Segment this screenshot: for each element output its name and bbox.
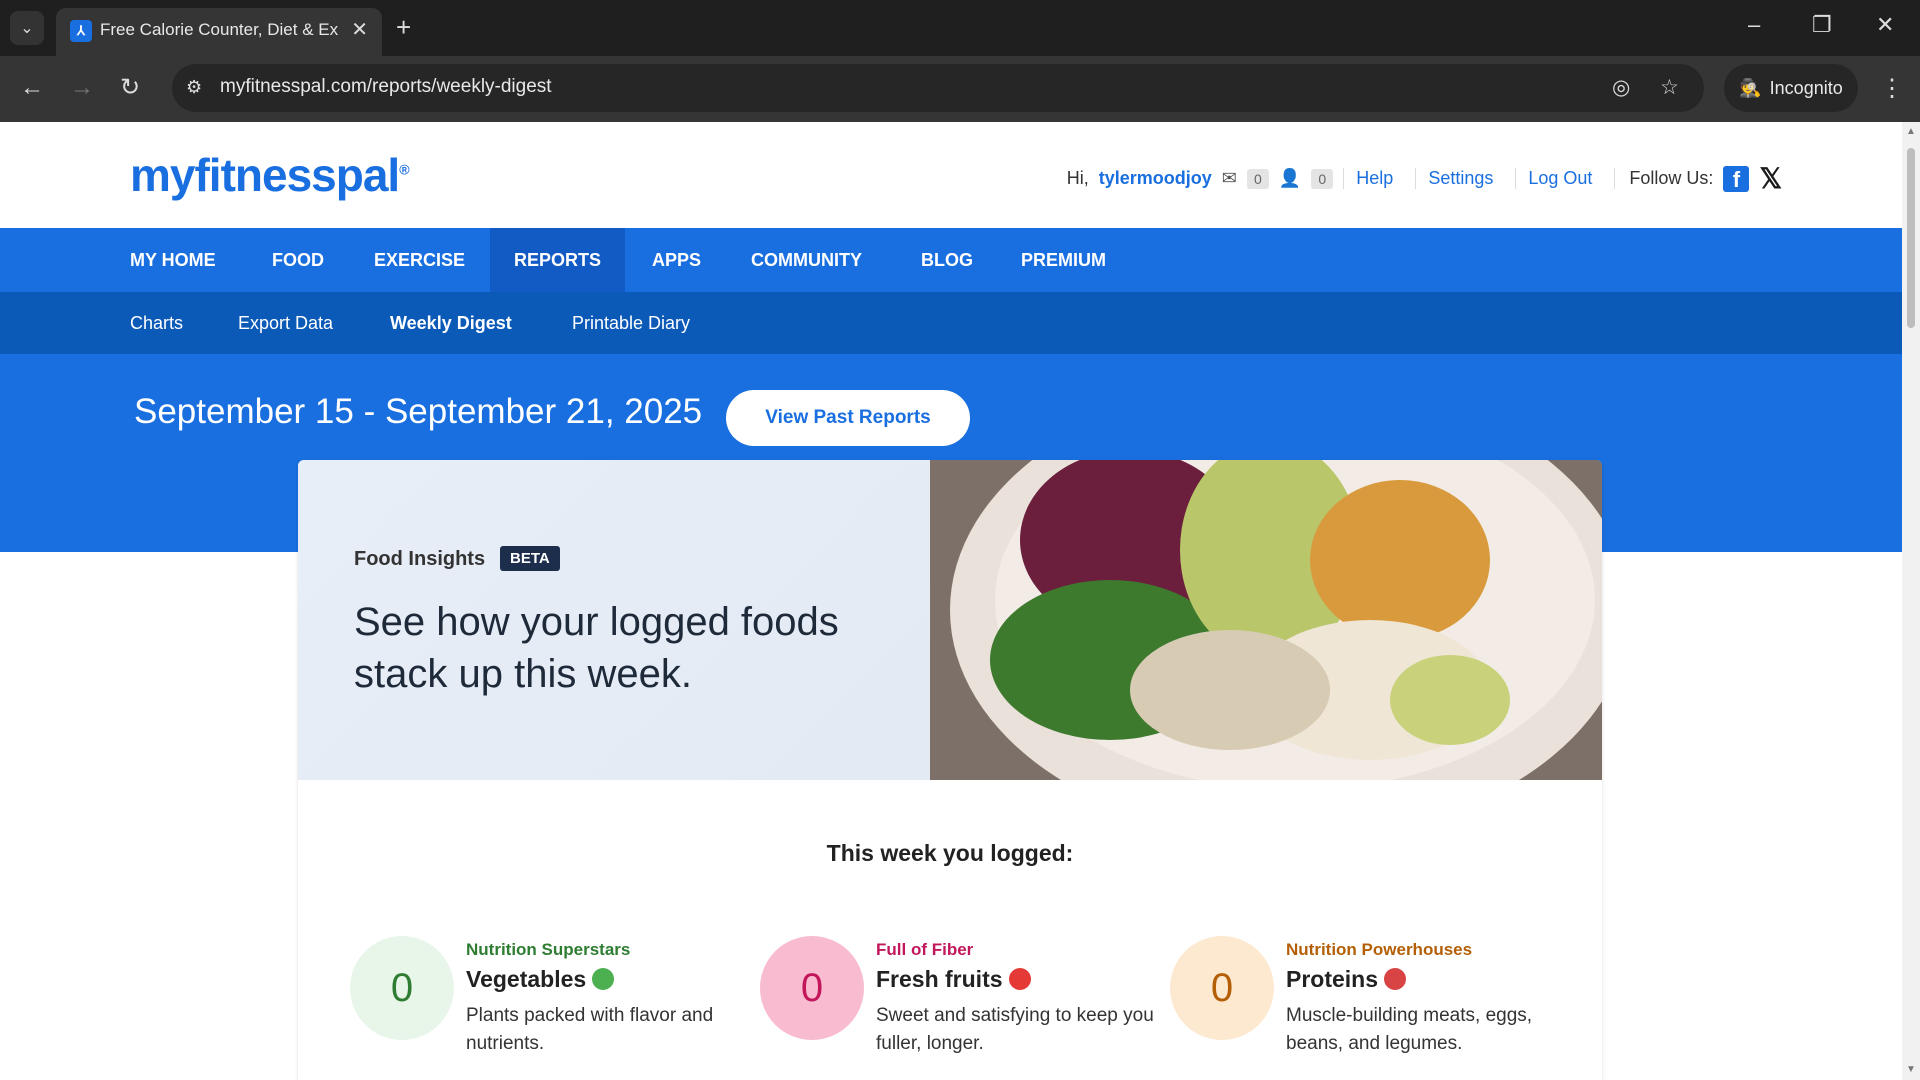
nav-community[interactable]: COMMUNITY <box>727 228 886 292</box>
browser-tab-bar: ⌄ ⅄ Free Calorie Counter, Diet & Ex ✕ + … <box>0 0 1920 56</box>
window-close-icon[interactable]: ✕ <box>1876 12 1894 38</box>
x-twitter-icon[interactable]: 𝕏 <box>1759 162 1782 195</box>
date-range: September 15 - September 21, 2025 <box>134 392 703 431</box>
browser-tab[interactable]: ⅄ Free Calorie Counter, Diet & Ex ✕ <box>56 8 382 56</box>
main-nav: MY HOME FOOD EXERCISE REPORTS APPS COMMU… <box>0 228 1902 292</box>
subnav-export-data[interactable]: Export Data <box>238 292 333 354</box>
proteins-eyebrow: Nutrition Powerhouses <box>1286 940 1473 959</box>
restore-icon[interactable]: ❐ <box>1812 12 1832 38</box>
eye-off-icon[interactable]: ◎ <box>1612 75 1630 100</box>
user-bar: Hi, tylermoodjoy ✉ 0 👤 0 Help Settings L… <box>1067 162 1782 195</box>
bookmark-star-icon[interactable]: ☆ <box>1660 75 1679 100</box>
food-bowl-image <box>930 460 1602 780</box>
mail-icon[interactable]: ✉ <box>1222 168 1237 189</box>
myfitnesspal-logo[interactable]: myfitnesspal® <box>130 148 410 202</box>
proteins-desc: Muscle-building meats, eggs, beans, and … <box>1286 1005 1533 1054</box>
insights-header: Food Insights BETA See how your logged f… <box>298 460 1602 780</box>
vegetables-title: Vegetables <box>466 966 587 992</box>
food-insights-card: Food Insights BETA See how your logged f… <box>298 460 1602 1080</box>
proteins-title-row: Proteins <box>1286 966 1407 993</box>
tab-title: Free Calorie Counter, Diet & Ex <box>100 20 339 39</box>
follow-us-label: Follow Us: <box>1614 168 1713 189</box>
browser-toolbar: ← → ↻ ⚙ myfitnesspal.com/reports/weekly-… <box>0 56 1920 122</box>
view-past-reports-button[interactable]: View Past Reports <box>726 390 970 446</box>
sub-nav: Charts Export Data Weekly Digest Printab… <box>0 292 1902 354</box>
address-bar[interactable]: ⚙ myfitnesspal.com/reports/weekly-digest… <box>172 64 1704 112</box>
beta-badge: BETA <box>500 546 560 571</box>
nav-food[interactable]: FOOD <box>248 228 348 292</box>
meat-icon <box>1384 968 1407 990</box>
new-tab-icon[interactable]: + <box>396 12 411 42</box>
forward-icon[interactable]: → <box>70 73 94 103</box>
logo-text: myfitnesspal <box>130 149 400 201</box>
vegetables-desc: Plants packed with flavor and nutrients. <box>466 1005 714 1054</box>
minimize-icon[interactable]: – <box>1748 12 1760 38</box>
nav-apps[interactable]: APPS <box>628 228 725 292</box>
nav-reports[interactable]: REPORTS <box>490 228 626 292</box>
incognito-indicator[interactable]: 🕵 Incognito <box>1724 64 1858 112</box>
messages-count[interactable]: 0 <box>1246 168 1269 189</box>
incognito-label: Incognito <box>1769 77 1843 98</box>
proteins-title: Proteins <box>1286 966 1379 992</box>
fruits-title: Fresh fruits <box>876 966 1003 992</box>
logout-link[interactable]: Log Out <box>1515 168 1604 189</box>
fruits-eyebrow: Full of Fiber <box>876 940 974 959</box>
browser-menu-icon[interactable]: ⋮ <box>1880 74 1904 103</box>
nav-exercise[interactable]: EXERCISE <box>350 228 489 292</box>
strawberry-icon <box>1008 968 1031 990</box>
friends-count[interactable]: 0 <box>1311 168 1334 189</box>
scroll-up-icon[interactable]: ▲ <box>1906 126 1916 137</box>
stat-vegetables: 0 Nutrition Superstars Vegetables Plants… <box>350 936 750 1066</box>
insights-headline: See how your logged foods stack up this … <box>354 600 839 696</box>
url-text[interactable]: myfitnesspal.com/reports/weekly-digest <box>220 76 552 98</box>
trademark-mark: ® <box>399 161 409 178</box>
page: myfitnesspal® Hi, tylermoodjoy ✉ 0 👤 0 H… <box>0 122 1902 1080</box>
nav-my-home[interactable]: MY HOME <box>106 228 240 292</box>
tab-search-chevron-icon[interactable]: ⌄ <box>10 11 44 45</box>
myfitnesspal-favicon-icon: ⅄ <box>70 20 92 42</box>
subnav-weekly-digest[interactable]: Weekly Digest <box>390 292 512 354</box>
nav-premium[interactable]: PREMIUM <box>997 228 1130 292</box>
logged-title: This week you logged: <box>826 840 1074 866</box>
fruits-count: 0 <box>760 936 864 1040</box>
subnav-printable-diary[interactable]: Printable Diary <box>572 292 690 354</box>
scroll-thumb[interactable] <box>1907 148 1915 328</box>
nav-blog[interactable]: BLOG <box>897 228 997 292</box>
subnav-charts[interactable]: Charts <box>130 292 183 354</box>
friends-icon[interactable]: 👤 <box>1279 168 1301 189</box>
fruits-desc: Sweet and satisfying to keep you fuller,… <box>876 1005 1154 1054</box>
food-insights-label: Food Insights <box>354 548 486 570</box>
proteins-count: 0 <box>1170 936 1274 1040</box>
greeting: Hi, <box>1066 168 1089 188</box>
fruits-title-row: Fresh fruits <box>876 966 1031 993</box>
help-link[interactable]: Help <box>1343 168 1405 189</box>
settings-link[interactable]: Settings <box>1415 168 1505 189</box>
stat-fresh-fruits: 0 Full of Fiber Fresh fruits Sweet and s… <box>760 936 1160 1066</box>
broccoli-icon <box>592 968 615 990</box>
scroll-down-icon[interactable]: ▼ <box>1906 1064 1916 1075</box>
vegetables-count: 0 <box>350 936 454 1040</box>
vegetables-title-row: Vegetables <box>466 966 615 993</box>
tab-close-icon[interactable]: ✕ <box>351 17 368 42</box>
username-link[interactable]: tylermoodjoy <box>1099 168 1212 189</box>
site-info-icon[interactable]: ⚙ <box>186 77 202 98</box>
reload-icon[interactable]: ↻ <box>120 73 140 103</box>
facebook-icon[interactable]: f <box>1723 165 1750 192</box>
back-icon[interactable]: ← <box>20 73 44 103</box>
stat-proteins: 0 Nutrition Powerhouses Proteins Muscle-… <box>1170 936 1570 1066</box>
page-scrollbar[interactable]: ▲ ▼ <box>1902 122 1920 1080</box>
incognito-icon: 🕵 <box>1739 77 1762 98</box>
vegetables-eyebrow: Nutrition Superstars <box>466 940 631 959</box>
